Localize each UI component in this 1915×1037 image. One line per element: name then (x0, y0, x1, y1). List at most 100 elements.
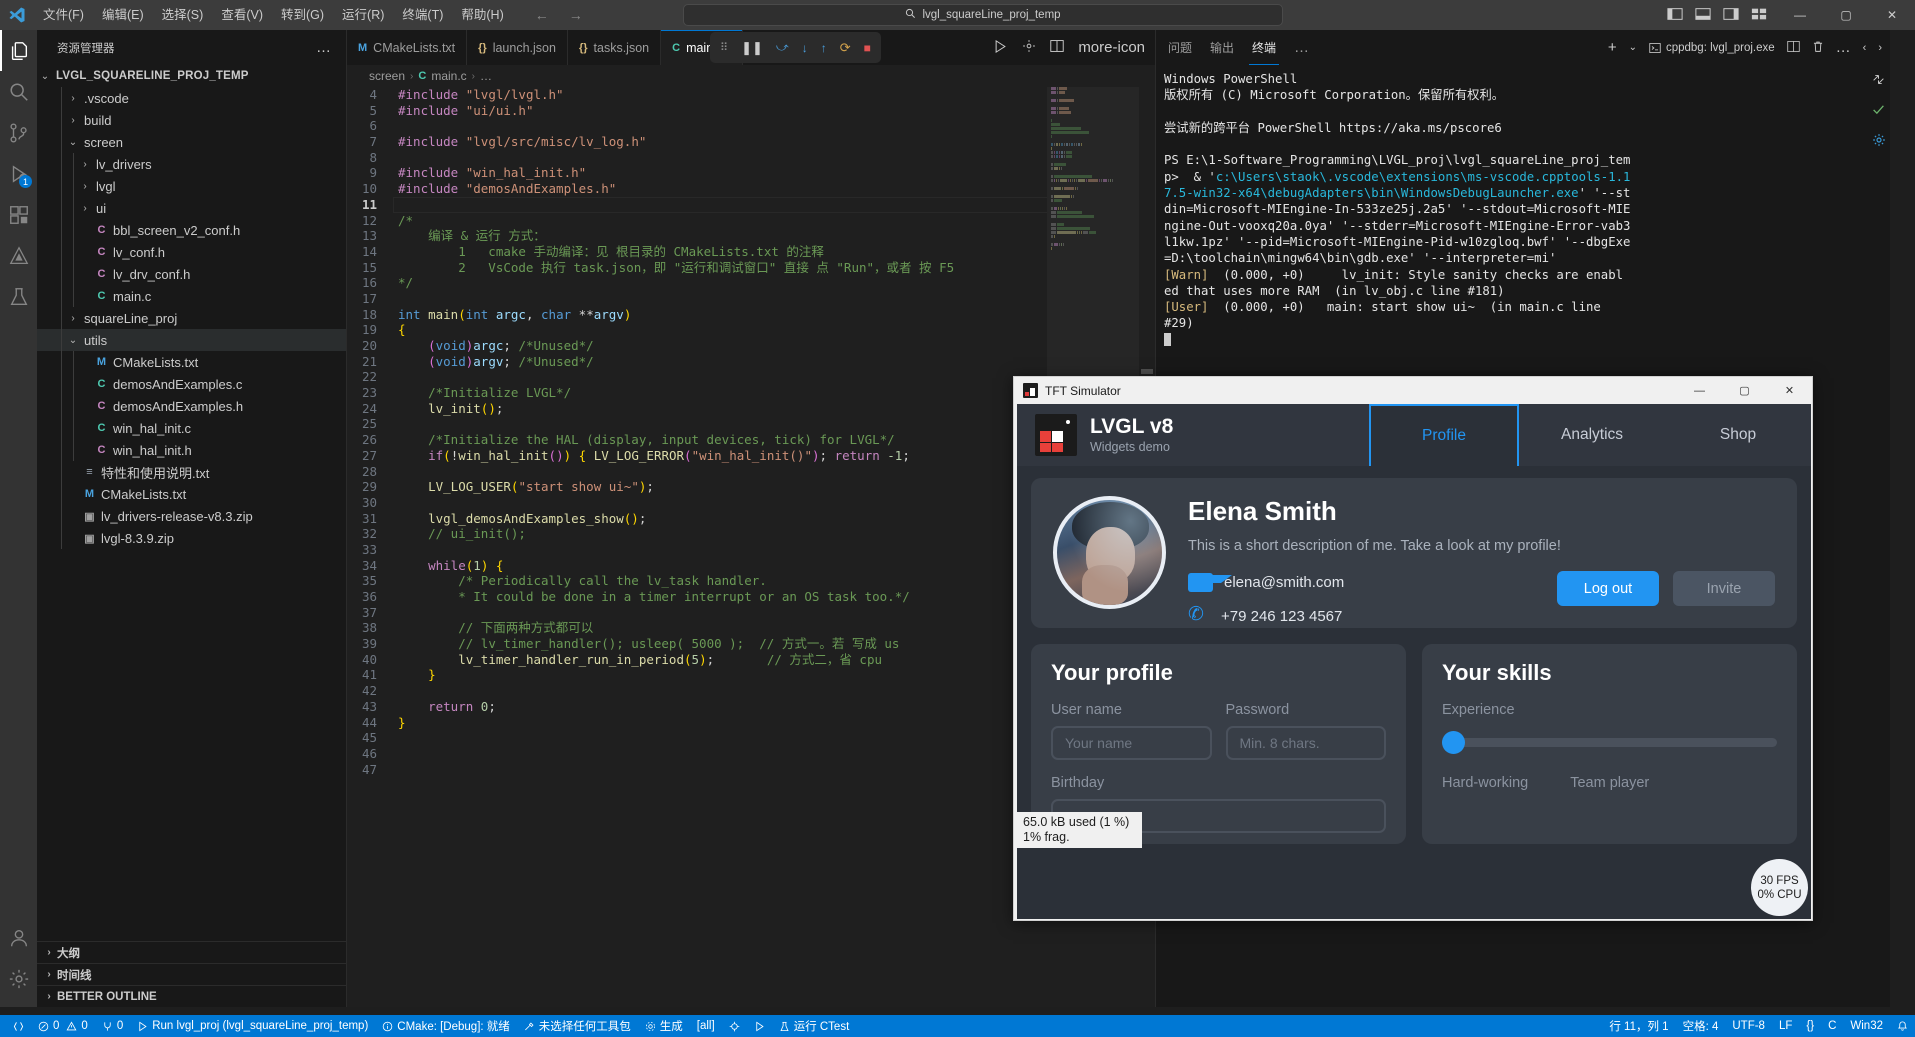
experience-slider[interactable] (1442, 731, 1777, 754)
tree-item[interactable]: Cmain.c (37, 285, 346, 307)
panel-more-icon[interactable]: … (1836, 39, 1851, 56)
chip-team-player[interactable]: Team player (1570, 775, 1649, 791)
section-outline[interactable]: › 大纲 (37, 941, 346, 963)
activitybar-cmake[interactable] (0, 235, 37, 276)
menu-bar[interactable]: 文件(F) 编辑(E) 选择(S) 查看(V) 转到(G) 运行(R) 终端(T… (34, 0, 513, 30)
back-arrow-icon[interactable]: ← (535, 7, 549, 23)
toggle-panel-icon[interactable] (1695, 7, 1711, 24)
tree-item[interactable]: Cbbl_screen_v2_conf.h (37, 219, 346, 241)
chevron-right-icon[interactable]: › (65, 115, 81, 126)
debug-step-out-icon[interactable]: ↑ (821, 41, 827, 55)
simulator-close-button[interactable]: ✕ (1767, 377, 1812, 404)
chevron-down-icon[interactable]: ⌄ (65, 335, 81, 346)
tree-item[interactable]: › lv_drivers (37, 153, 346, 175)
menu-selection[interactable]: 选择(S) (153, 0, 213, 30)
activitybar-search[interactable] (0, 71, 37, 112)
status-cmake-kit[interactable]: 未选择任何工具包 (517, 1015, 638, 1037)
breadcrumb-file[interactable]: main.c (431, 69, 466, 83)
terminal-gear-icon[interactable] (1872, 133, 1886, 150)
active-terminal-item[interactable]: cppdbg: lvgl_proj.exe (1649, 42, 1775, 54)
breadcrumb-folder[interactable]: screen (369, 69, 405, 83)
debug-pause-icon[interactable]: ❚❚ (741, 40, 763, 56)
tab-profile[interactable]: Profile (1369, 404, 1519, 466)
editor-tab[interactable]: M CMakeLists.txt (347, 30, 468, 65)
chevron-right-icon[interactable]: › (65, 313, 81, 324)
chevron-down-icon[interactable]: ⌄ (65, 137, 81, 148)
status-cmake-debug[interactable] (722, 1015, 747, 1037)
tree-item[interactable]: ≡ 特性和使用说明.txt (37, 461, 346, 483)
status-cursor-position[interactable]: 行 11，列 1 (1602, 1015, 1675, 1037)
tree-item[interactable]: › lvgl (37, 175, 346, 197)
tree-item[interactable]: › squareLine_proj (37, 307, 346, 329)
tree-root-row[interactable]: ⌄ LVGL_SQUARELINE_PROJ_TEMP (37, 65, 346, 87)
menu-run[interactable]: 运行(R) (333, 0, 393, 30)
window-maximize-button[interactable]: ▢ (1823, 0, 1869, 30)
tree-item[interactable]: Clv_conf.h (37, 241, 346, 263)
editor-settings-gear-icon[interactable] (1022, 39, 1036, 56)
simulator-canvas[interactable]: LVGL v8 Widgets demo Profile Analytics S… (1017, 404, 1811, 919)
tree-item[interactable]: ▣ lvgl-8.3.9.zip (37, 527, 346, 549)
tree-item[interactable]: ⌄ utils (37, 329, 346, 351)
terminal-maximize-icon[interactable] (1872, 73, 1885, 89)
activitybar-run-and-debug[interactable]: 1 (0, 153, 37, 194)
status-platform[interactable]: Win32 (1843, 1015, 1890, 1037)
tree-item[interactable]: › .vscode (37, 87, 346, 109)
status-errors[interactable]: 0 0 (31, 1015, 95, 1037)
customize-layout-icon[interactable] (1751, 7, 1767, 24)
status-encoding[interactable]: UTF-8 (1725, 1015, 1772, 1037)
explorer-more-icon[interactable]: … (316, 39, 332, 56)
menu-view[interactable]: 查看(V) (212, 0, 272, 30)
new-terminal-icon[interactable]: + (1608, 39, 1617, 56)
status-cmake-build[interactable]: 生成 (638, 1015, 690, 1037)
password-input[interactable]: Min. 8 chars. (1225, 726, 1386, 760)
status-indentation[interactable]: 空格: 4 (1676, 1015, 1726, 1037)
panel-chevron-right-icon[interactable]: › (1878, 42, 1882, 54)
status-cmake-target[interactable]: [all] (690, 1015, 722, 1037)
simulator-title-bar[interactable]: TFT Simulator — ▢ ✕ (1014, 377, 1812, 404)
menu-file[interactable]: 文件(F) (34, 0, 93, 30)
panel-tab-more-icon[interactable]: … (1294, 30, 1309, 65)
panel-tab-output[interactable]: 输出 (1210, 30, 1234, 65)
split-editor-icon[interactable] (1050, 39, 1065, 56)
menu-go[interactable]: 转到(G) (272, 0, 333, 30)
simulator-minimize-button[interactable]: — (1677, 377, 1722, 404)
invite-button[interactable]: Invite (1673, 571, 1775, 606)
activitybar-testing[interactable] (0, 276, 37, 317)
split-terminal-icon[interactable] (1786, 40, 1800, 56)
toggle-secondary-sidebar-icon[interactable] (1723, 7, 1739, 24)
window-close-button[interactable]: ✕ (1869, 0, 1915, 30)
debug-step-over-icon[interactable]: ⤻ (776, 40, 789, 55)
debug-stop-icon[interactable]: ■ (864, 41, 871, 55)
editor-scrollbar-thumb[interactable] (1141, 369, 1153, 374)
tft-simulator-window[interactable]: TFT Simulator — ▢ ✕ LVGL v8 Widgets demo (1013, 376, 1813, 921)
status-cmake-launch[interactable] (747, 1015, 772, 1037)
chevron-right-icon[interactable]: › (77, 181, 93, 192)
status-ctest[interactable]: 运行 CTest (772, 1015, 857, 1037)
menu-help[interactable]: 帮助(H) (452, 0, 512, 30)
logout-button[interactable]: Log out (1557, 571, 1659, 606)
menu-edit[interactable]: 编辑(E) (93, 0, 153, 30)
section-timeline[interactable]: › 时间线 (37, 963, 346, 985)
panel-tab-terminal[interactable]: 终端 (1249, 30, 1280, 65)
experience-slider-knob[interactable] (1442, 731, 1465, 754)
tree-item[interactable]: M CMakeLists.txt (37, 483, 346, 505)
menu-terminal[interactable]: 终端(T) (393, 0, 452, 30)
status-ports[interactable]: 0 (95, 1015, 130, 1037)
panel-chevron-left-icon[interactable]: ‹ (1863, 42, 1867, 54)
tree-item[interactable]: CdemosAndExamples.h (37, 395, 346, 417)
debug-drag-handle[interactable]: ⠿ (720, 41, 728, 54)
editor-tab[interactable]: {} tasks.json (567, 30, 662, 65)
breadcrumb[interactable]: screen › C main.c › … (347, 65, 1155, 87)
file-tree[interactable]: ⌄ LVGL_SQUARELINE_PROJ_TEMP › .vscode › bui… (37, 65, 346, 941)
run-or-debug-icon[interactable] (993, 39, 1008, 57)
chevron-right-icon[interactable]: › (77, 159, 93, 170)
section-better-outline[interactable]: › BETTER OUTLINE (37, 985, 346, 1007)
status-run-launch[interactable]: Run lvgl_proj (lvgl_squareLine_proj_temp… (130, 1015, 375, 1037)
activitybar-accounts[interactable] (0, 917, 37, 958)
tab-shop[interactable]: Shop (1665, 404, 1811, 466)
window-minimize-button[interactable]: — (1777, 0, 1823, 30)
status-format-icon[interactable]: {} (1799, 1015, 1821, 1037)
status-cmake-build-type[interactable]: CMake: [Debug]: 就绪 (375, 1015, 516, 1037)
chip-hard-working[interactable]: Hard-working (1442, 775, 1528, 791)
activitybar-explorer[interactable] (0, 30, 37, 71)
